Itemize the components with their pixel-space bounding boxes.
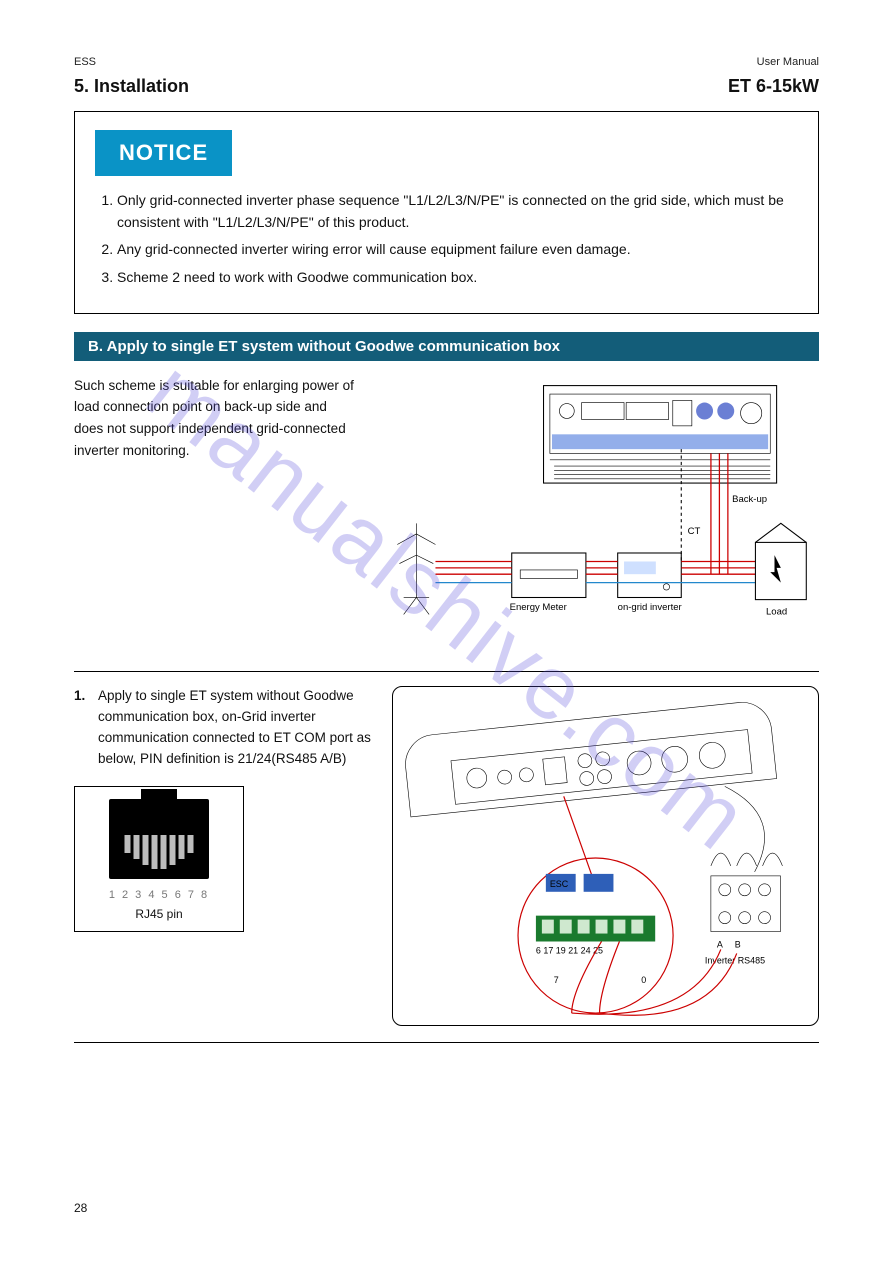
model-range: ET 6-15kW	[728, 76, 819, 97]
divider-2	[74, 1042, 819, 1043]
label-meter: Energy Meter	[510, 602, 568, 613]
rj45-figure: 1 2 3 4 5 6 7 8 RJ45 pin	[74, 786, 244, 932]
notice-badge: NOTICE	[95, 130, 232, 176]
step-1-text: Apply to single ET system without Goodwe…	[98, 686, 374, 770]
notice-box: NOTICE Only grid-connected inverter phas…	[74, 111, 819, 314]
page-number: 28	[74, 1201, 87, 1215]
intro-row: Such scheme is suitable for enlarging po…	[74, 375, 819, 655]
footer: 28	[74, 1201, 819, 1215]
label-a: A	[717, 940, 723, 950]
terminal-numbers: 6 17 19 21 24 25	[536, 946, 603, 956]
step-1: 1. Apply to single ET system without Goo…	[74, 686, 374, 770]
label-ongrid: on-grid inverter	[618, 602, 683, 613]
notice-item-1: Only grid-connected inverter phase seque…	[117, 190, 798, 233]
label-7: 7	[554, 975, 559, 985]
label-ct: CT	[688, 526, 701, 537]
rj45-icon	[109, 799, 209, 879]
section-bar: B. Apply to single ET system without Goo…	[74, 332, 819, 361]
rj45-pin-numbers: 1 2 3 4 5 6 7 8	[85, 889, 233, 901]
notice-item-3: Scheme 2 need to work with Goodwe commun…	[117, 267, 798, 289]
header-left: ESS	[74, 56, 96, 68]
step-row-1: 1. Apply to single ET system without Goo…	[74, 686, 819, 1026]
title-row: 5. Installation ET 6-15kW	[74, 76, 819, 97]
label-load: Load	[766, 606, 787, 617]
divider-1	[74, 671, 819, 672]
notice-list: Only grid-connected inverter phase seque…	[95, 190, 798, 289]
rj45-caption: RJ45 pin	[85, 907, 233, 921]
label-0: 0	[641, 975, 646, 985]
terminal-detail-figure: ESC 6 17 19 21 24 25 7 0	[392, 686, 819, 1026]
intro-text: Such scheme is suitable for enlarging po…	[74, 375, 354, 461]
label-b: B	[735, 940, 741, 950]
header-row: ESS User Manual	[74, 56, 819, 68]
svg-text:ESC: ESC	[550, 879, 569, 889]
label-backup: Back-up	[732, 494, 767, 505]
step-1-number: 1.	[74, 686, 90, 770]
header-right: User Manual	[757, 56, 819, 68]
system-diagram: Back-up on-grid inverter Energy Meter CT	[374, 375, 819, 655]
page-title: 5. Installation	[74, 76, 189, 97]
notice-item-2: Any grid-connected inverter wiring error…	[117, 239, 798, 261]
